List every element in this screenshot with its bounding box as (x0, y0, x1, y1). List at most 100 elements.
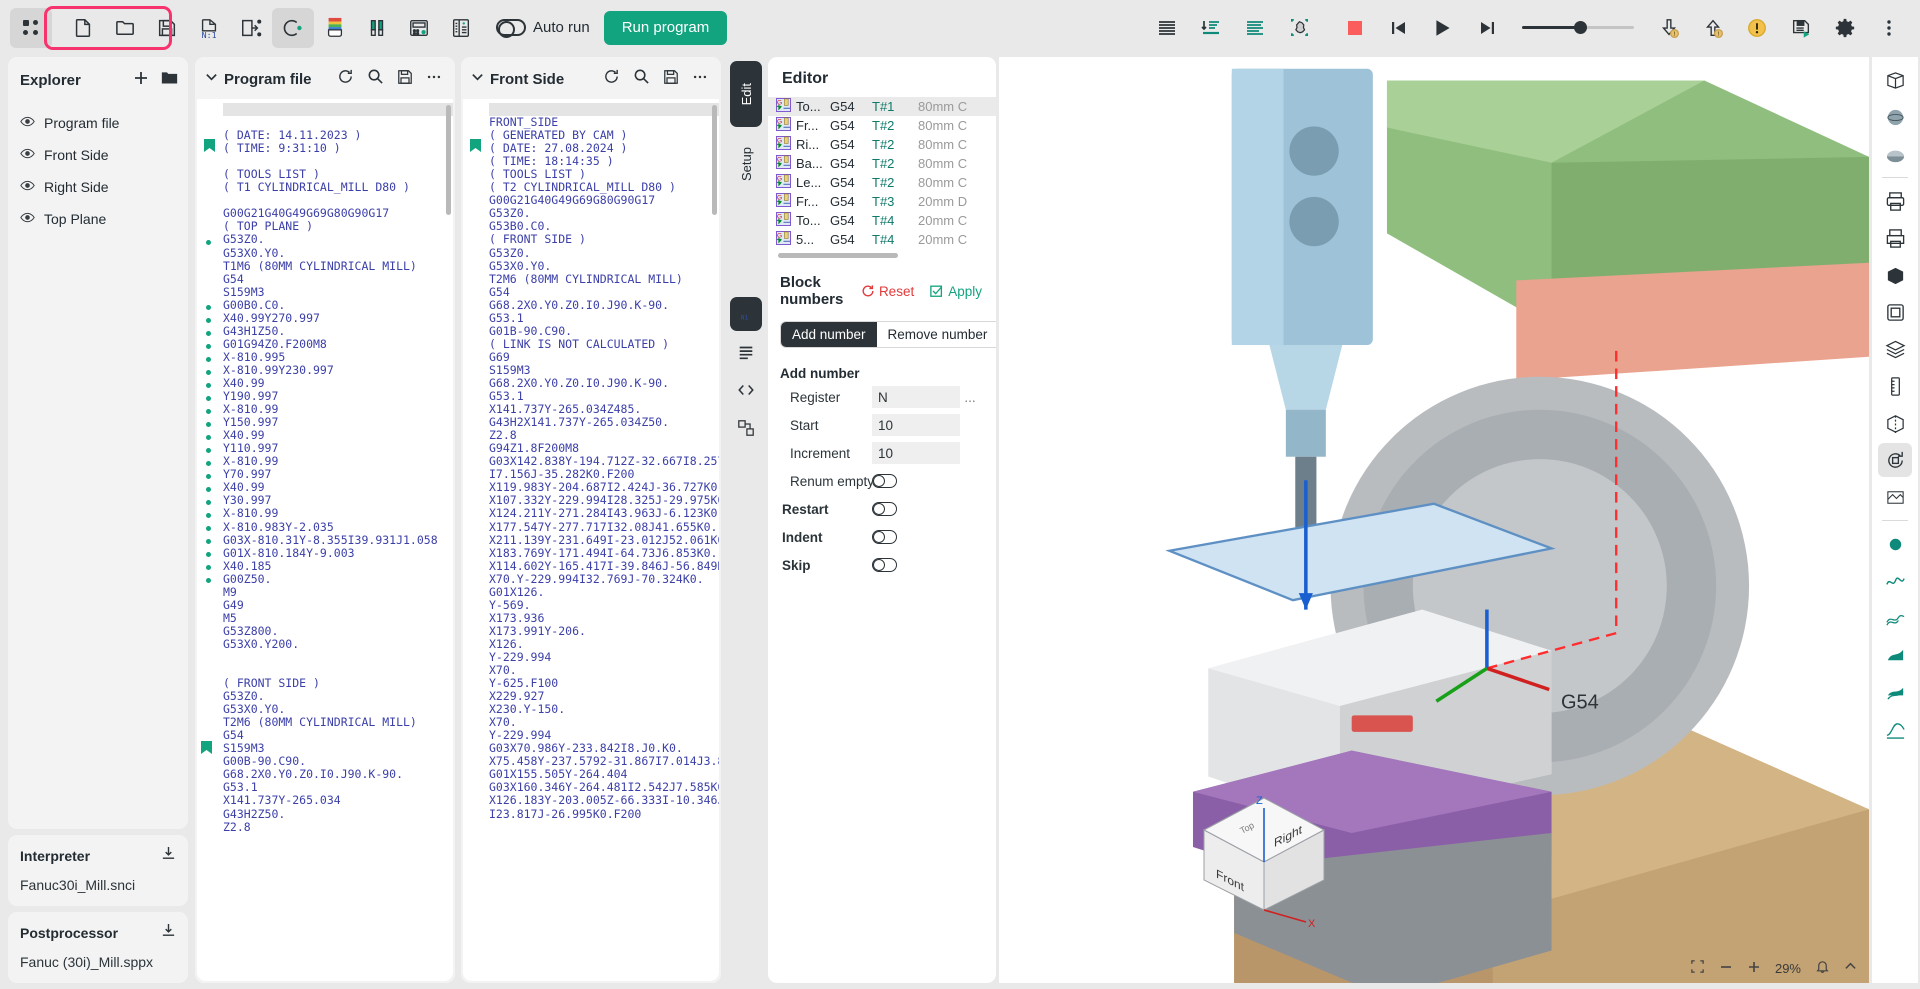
download-icon[interactable] (161, 923, 176, 943)
chevron-down-icon[interactable] (471, 70, 484, 88)
table-row[interactable]: G Fr... G54 T#3 20mm D (768, 192, 996, 211)
skip-toggle[interactable] (872, 558, 897, 572)
hatch-icon[interactable] (1878, 480, 1912, 514)
program-file-code[interactable]: % ( DATE: 14.11.2023 ) ( TIME: 9:31:10 )… (223, 102, 453, 834)
front-side-scrollbar[interactable] (712, 105, 717, 215)
sidebar-item-top-plane[interactable]: Top Plane (8, 203, 188, 235)
gear-icon[interactable] (1824, 8, 1866, 48)
machine-scene[interactable]: G54 (999, 57, 1869, 983)
format-lines-icon[interactable] (1234, 8, 1276, 48)
list-lines-icon[interactable] (730, 335, 762, 369)
surface-icon[interactable] (1878, 601, 1912, 635)
section-view-icon[interactable] (1878, 137, 1912, 171)
print-icon[interactable] (1878, 184, 1912, 218)
chevron-down-icon[interactable] (205, 70, 218, 88)
view-orientation-cube[interactable]: Top Front Right Z X (1194, 788, 1354, 928)
front-side-text[interactable]: % FRONT_SIDE ( GENERATED BY CAM ) ( DATE… (489, 99, 719, 981)
eye-icon[interactable] (20, 178, 35, 196)
upload-warning-icon[interactable]: ! (1692, 8, 1734, 48)
program-file-text[interactable]: % ( DATE: 14.11.2023 ) ( TIME: 9:31:10 )… (223, 99, 453, 981)
refresh-icon[interactable] (603, 68, 620, 90)
skip-start-icon[interactable] (1378, 8, 1420, 48)
table-row[interactable]: G 5... G54 T#4 20mm C (768, 230, 996, 249)
speed-slider-track[interactable] (1522, 21, 1634, 34)
bell-icon[interactable] (1815, 959, 1830, 977)
report-icon[interactable] (440, 8, 482, 48)
register-input[interactable]: N (872, 386, 960, 408)
controller-icon[interactable] (398, 8, 440, 48)
table-row[interactable]: G Fr... G54 T#2 80mm C (768, 116, 996, 135)
stop-icon[interactable] (1334, 8, 1376, 48)
increment-input[interactable]: 10 (872, 442, 960, 464)
align-lines-icon[interactable] (1146, 8, 1188, 48)
chevron-up-icon[interactable] (1844, 960, 1857, 976)
green-shape-icon[interactable] (1878, 638, 1912, 672)
restart-toggle[interactable] (872, 502, 897, 516)
measure-icon[interactable] (1878, 369, 1912, 403)
tab-remove-number[interactable]: Remove number (877, 322, 996, 347)
machine-icon[interactable] (1878, 295, 1912, 329)
stock-color-icon[interactable] (314, 8, 356, 48)
apps-grid-icon[interactable] (10, 7, 52, 48)
sphere-shaded-icon[interactable] (1878, 100, 1912, 134)
download-warning-icon[interactable]: ! (1648, 8, 1690, 48)
new-file-icon[interactable] (62, 8, 104, 48)
more-icon[interactable] (426, 69, 442, 90)
open-folder-icon[interactable] (104, 8, 146, 48)
register-more-icon[interactable]: ... (960, 390, 980, 405)
tab-setup[interactable]: Setup (730, 131, 762, 197)
program-file-scrollbar[interactable] (446, 105, 451, 215)
zoom-level[interactable]: 29% (1775, 961, 1801, 976)
sidebar-item-front-side[interactable]: Front Side (8, 139, 188, 171)
bounding-box-icon[interactable] (1878, 63, 1912, 97)
wave-icon[interactable] (1878, 564, 1912, 598)
block-numbers-tabs[interactable]: Add number Remove number Renumber (780, 321, 996, 348)
table-row[interactable]: G Ba... G54 T#2 80mm C (768, 154, 996, 173)
speed-slider[interactable] (1522, 8, 1634, 48)
eye-icon[interactable] (20, 210, 35, 228)
more-icon[interactable] (692, 69, 708, 90)
front-side-code-area[interactable]: % FRONT_SIDE ( GENERATED BY CAM ) ( DATE… (463, 99, 719, 981)
table-row[interactable]: G Le... G54 T#2 80mm C (768, 173, 996, 192)
export-icon[interactable] (230, 8, 272, 48)
indent-toggle[interactable] (872, 530, 897, 544)
green-layer-icon[interactable] (1878, 675, 1912, 709)
reset-button[interactable]: Reset (861, 284, 914, 299)
skip-end-icon[interactable] (1466, 8, 1508, 48)
3d-viewport[interactable]: G54 Top Front Right Z X 29% (999, 57, 1869, 983)
n1-numbering-icon[interactable]: N1 (730, 297, 762, 331)
sidebar-item-right-side[interactable]: Right Side (8, 171, 188, 203)
auto-run-switch[interactable] (496, 19, 526, 38)
refresh-icon[interactable] (337, 68, 354, 90)
save-icon[interactable] (397, 69, 413, 90)
transform-icon[interactable] (730, 411, 762, 445)
tooling-icon[interactable] (356, 8, 398, 48)
search-icon[interactable] (633, 68, 650, 90)
fit-screen-icon[interactable] (1690, 959, 1705, 977)
point-view-icon[interactable] (1878, 527, 1912, 561)
folder-icon[interactable] (161, 69, 178, 91)
code-brackets-icon[interactable] (730, 373, 762, 407)
plus-icon[interactable] (133, 70, 149, 91)
tab-add-number[interactable]: Add number (781, 322, 877, 347)
save-disk-icon[interactable] (146, 8, 188, 48)
eye-icon[interactable] (20, 146, 35, 164)
table-row[interactable]: G To... G54 T#4 20mm C (768, 211, 996, 230)
warning-icon[interactable] (1736, 8, 1778, 48)
selection-box-icon[interactable] (1278, 8, 1320, 48)
run-program-button[interactable]: Run program (603, 10, 728, 45)
solid-block-icon[interactable] (1878, 258, 1912, 292)
rotate-view-icon[interactable] (1878, 443, 1912, 477)
compare-icon[interactable] (272, 7, 314, 48)
compare-solid-icon[interactable] (1878, 406, 1912, 440)
more-vertical-icon[interactable] (1868, 8, 1910, 48)
play-icon[interactable] (1422, 8, 1464, 48)
renum-empty-line-toggle[interactable] (872, 474, 897, 488)
renumber-n1-icon[interactable]: N:1 (188, 8, 230, 48)
save-run-icon[interactable] (1780, 8, 1822, 48)
tab-edit[interactable]: Edit (730, 61, 762, 127)
program-file-code-area[interactable]: % ( DATE: 14.11.2023 ) ( TIME: 9:31:10 )… (197, 99, 453, 981)
search-icon[interactable] (367, 68, 384, 90)
layers-icon[interactable] (1878, 332, 1912, 366)
front-side-code[interactable]: % FRONT_SIDE ( GENERATED BY CAM ) ( DATE… (489, 102, 719, 821)
